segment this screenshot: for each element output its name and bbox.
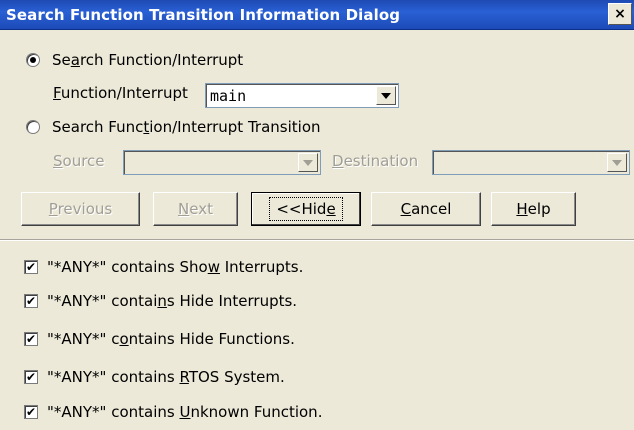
- help-button-label: Help: [516, 200, 551, 218]
- cancel-button[interactable]: Cancel: [371, 192, 481, 226]
- chevron-down-icon: [381, 92, 391, 99]
- hide-functions-checkbox[interactable]: ✔: [24, 332, 38, 346]
- function-select-value: main: [210, 87, 247, 105]
- checkmark-icon: ✔: [25, 405, 37, 419]
- chevron-down-icon: [612, 159, 622, 166]
- option-hide-functions[interactable]: ✔ "*ANY*" contains Hide Functions.: [24, 330, 295, 348]
- option-show-interrupts[interactable]: ✔ "*ANY*" contains Show Interrupts.: [24, 258, 303, 276]
- option-rtos-system[interactable]: ✔ "*ANY*" contains RTOS System.: [24, 368, 285, 386]
- show-interrupts-checkbox[interactable]: ✔: [24, 260, 38, 274]
- function-field-label: Function/Interrupt: [53, 84, 188, 102]
- destination-label: Destination: [332, 152, 419, 170]
- search-function-radio[interactable]: [26, 53, 40, 67]
- search-transition-label: Search Function/Interrupt Transition: [52, 118, 321, 136]
- checkmark-icon: ✔: [25, 294, 37, 308]
- hide-button-label: <<Hide: [269, 197, 343, 221]
- checkmark-icon: ✔: [25, 332, 37, 346]
- hide-button[interactable]: <<Hide: [251, 192, 361, 226]
- divider: [0, 239, 634, 241]
- option-unknown-function[interactable]: ✔ "*ANY*" contains Unknown Function.: [24, 403, 322, 421]
- checkmark-icon: ✔: [25, 370, 37, 384]
- title-bar[interactable]: Search Function Transition Information D…: [0, 0, 634, 30]
- hide-interrupts-checkbox[interactable]: ✔: [24, 294, 38, 308]
- search-transition-radio[interactable]: [26, 120, 40, 134]
- close-icon: ×: [614, 6, 626, 22]
- function-select[interactable]: main: [205, 83, 399, 108]
- cancel-button-label: Cancel: [400, 200, 452, 218]
- next-button-label: Next: [178, 200, 213, 218]
- rtos-system-checkbox[interactable]: ✔: [24, 370, 38, 384]
- option-label: "*ANY*" contains Hide Interrupts.: [47, 292, 298, 310]
- option-label: "*ANY*" contains Show Interrupts.: [47, 258, 304, 276]
- dialog-title: Search Function Transition Information D…: [6, 6, 401, 24]
- help-button[interactable]: Help: [491, 192, 576, 226]
- search-function-option[interactable]: Search Function/Interrupt: [26, 51, 243, 69]
- option-hide-interrupts[interactable]: ✔ "*ANY*" contains Hide Interrupts.: [24, 292, 297, 310]
- previous-button-label: Previous: [48, 200, 113, 218]
- source-select[interactable]: [123, 150, 321, 175]
- chevron-down-icon: [303, 159, 313, 166]
- close-button[interactable]: ×: [608, 3, 632, 25]
- destination-select[interactable]: [432, 150, 630, 175]
- checkmark-icon: ✔: [25, 260, 37, 274]
- function-dropdown-button[interactable]: [376, 86, 396, 105]
- source-dropdown-button[interactable]: [298, 153, 318, 172]
- unknown-function-checkbox[interactable]: ✔: [24, 405, 38, 419]
- option-label: "*ANY*" contains Unknown Function.: [47, 403, 323, 421]
- search-function-label: Search Function/Interrupt: [52, 51, 244, 69]
- radio-selected-dot: [30, 57, 36, 63]
- previous-button[interactable]: Previous: [21, 192, 140, 226]
- next-button[interactable]: Next: [153, 192, 238, 226]
- option-label: "*ANY*" contains RTOS System.: [47, 368, 285, 386]
- destination-dropdown-button[interactable]: [607, 153, 627, 172]
- source-label: Source: [53, 152, 105, 170]
- search-transition-option[interactable]: Search Function/Interrupt Transition: [26, 118, 321, 136]
- search-transition-dialog: Search Function Transition Information D…: [0, 0, 634, 430]
- option-label: "*ANY*" contains Hide Functions.: [47, 330, 295, 348]
